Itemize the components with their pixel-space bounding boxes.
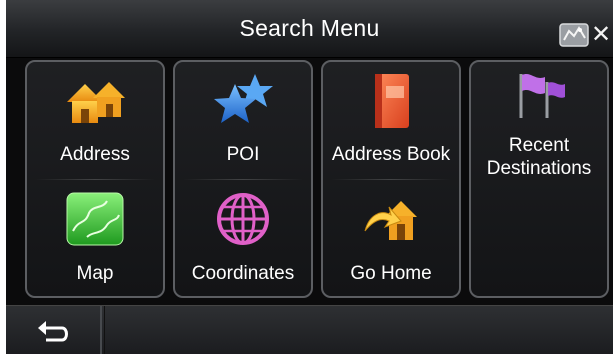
go-home-button[interactable]: Go Home: [323, 181, 459, 296]
divider: [35, 179, 155, 180]
menu-column-3: Address Book Go Home: [321, 60, 461, 298]
recent-destinations-label: Recent Destinations: [486, 135, 592, 179]
house-icon: [67, 82, 125, 123]
poi-button[interactable]: POI: [175, 62, 311, 181]
search-menu-grid: Address Map POI Coordinates Address Book…: [6, 58, 613, 302]
menu-column-2: POI Coordinates: [173, 60, 313, 298]
divider: [331, 179, 451, 180]
page-title: Search Menu: [239, 15, 380, 41]
bottom-bar: [6, 305, 613, 354]
address-book-button[interactable]: Address Book: [323, 62, 459, 181]
go-home-label: Go Home: [350, 263, 432, 284]
divider: [183, 179, 303, 180]
coordinates-label: Coordinates: [191, 263, 295, 284]
map-button[interactable]: Map: [27, 181, 163, 296]
poi-label: POI: [226, 144, 260, 165]
recent-destinations-button[interactable]: Recent Destinations: [471, 62, 607, 181]
star-icon: [214, 74, 273, 123]
title-bar: Search Menu ✕: [6, 0, 613, 58]
map-icon: [66, 192, 124, 246]
flag-icon: [519, 74, 565, 118]
book-icon: [375, 74, 409, 128]
address-label: Address: [60, 144, 130, 165]
map-icon: [559, 23, 589, 47]
back-arrow-icon: [38, 321, 68, 342]
bottom-bar-empty-area: [104, 306, 613, 354]
close-icon: ✕: [591, 21, 612, 48]
address-book-label: Address Book: [331, 144, 451, 165]
globe-icon: [217, 193, 269, 245]
menu-column-1: Address Map: [25, 60, 165, 298]
close-button[interactable]: ✕: [591, 20, 613, 50]
navigation-screen: Search Menu ✕ Address Map POI Coordinate…: [6, 0, 613, 354]
coordinates-button[interactable]: Coordinates: [175, 181, 311, 296]
map-label: Map: [76, 263, 114, 284]
address-button[interactable]: Address: [27, 62, 163, 181]
go-home-icon: [364, 201, 417, 240]
map-view-button[interactable]: [559, 22, 589, 48]
menu-column-4: Recent Destinations: [469, 60, 609, 298]
back-button[interactable]: [6, 306, 102, 354]
